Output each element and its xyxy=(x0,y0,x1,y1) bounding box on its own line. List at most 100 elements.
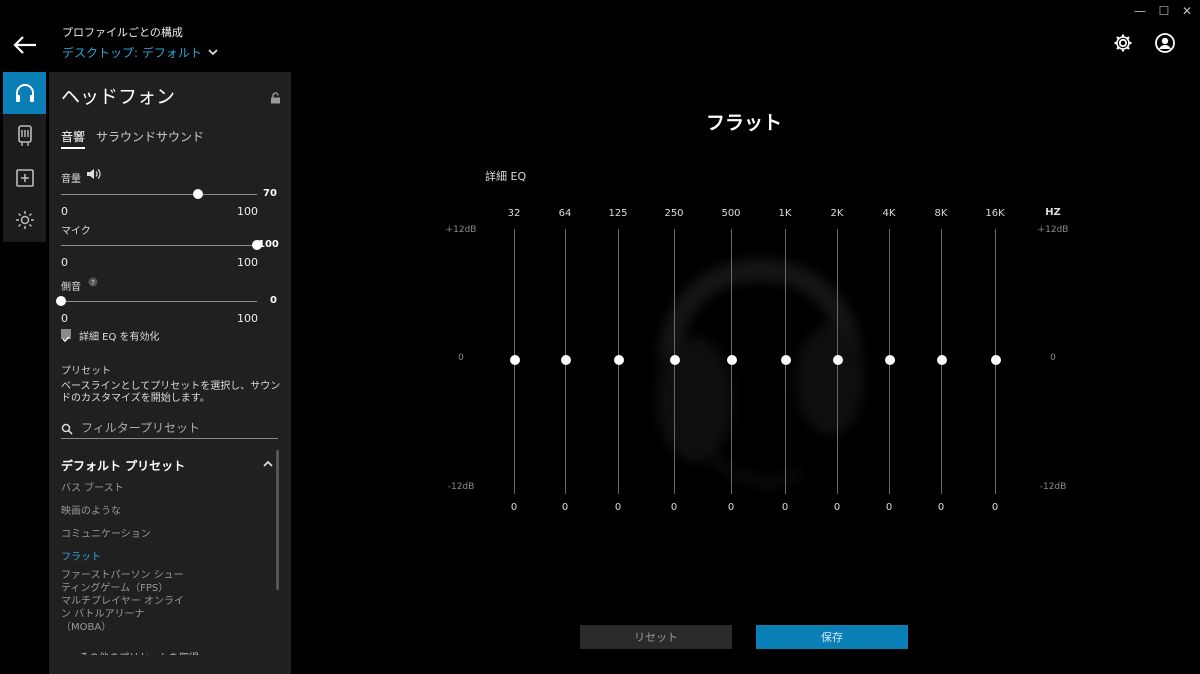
preset-heading: プリセット xyxy=(61,366,111,377)
eq-band-thumb[interactable] xyxy=(990,355,1001,365)
checkmark-icon xyxy=(62,336,70,342)
preset-description: ベースラインとしてプリセットを選択し、サウンドのカスタマイズを開始します。 xyxy=(61,381,281,404)
eq-band-value: 0 xyxy=(510,502,518,513)
minimize-button[interactable]: — xyxy=(1130,4,1150,18)
tab-surround-sound[interactable]: サラウンドサウンド xyxy=(96,128,204,145)
db-top-left: +12dB xyxy=(445,225,477,235)
eq-band-thumb[interactable] xyxy=(613,355,624,365)
svg-text:?: ? xyxy=(91,279,95,287)
eq-band-value: 0 xyxy=(781,502,789,513)
sidetone-slider-thumb[interactable] xyxy=(56,296,66,306)
advanced-eq-label: 詳細 EQ を有効化 xyxy=(79,332,160,343)
help-icon[interactable]: ? xyxy=(88,277,98,287)
device-rail xyxy=(3,72,46,242)
volume-value: 70 xyxy=(263,188,277,199)
eq-band-thumb[interactable] xyxy=(509,355,520,365)
db-top-right: +12dB xyxy=(1037,225,1069,235)
eq-band-value: 0 xyxy=(991,502,999,513)
preset-communication[interactable]: コミュニケーション xyxy=(61,528,191,541)
volume-label: 音量 xyxy=(61,174,81,185)
sidetone-label: 側音 xyxy=(61,282,81,293)
eq-frequency-label: 4K xyxy=(882,208,896,219)
chevron-up-icon[interactable] xyxy=(262,460,274,468)
maximize-button[interactable]: ☐ xyxy=(1154,4,1174,18)
sidetone-value: 0 xyxy=(270,295,277,306)
profile-dropdown[interactable]: デスクトップ: デフォルト xyxy=(62,44,218,61)
add-icon xyxy=(15,169,34,187)
eq-frequency-label: 32 xyxy=(507,208,521,219)
mic-slider-track[interactable] xyxy=(61,245,257,246)
rail-headphone[interactable] xyxy=(3,72,46,114)
mic-label: マイク xyxy=(61,226,91,237)
eq-band-value: 0 xyxy=(833,502,841,513)
eq-band-value: 0 xyxy=(727,502,735,513)
lighting-icon xyxy=(15,211,34,229)
eq-frequency-label: 500 xyxy=(721,208,741,219)
panel-scrollbar[interactable] xyxy=(276,450,279,590)
sidetone-max: 100 xyxy=(237,312,258,325)
preset-flat[interactable]: フラット xyxy=(61,551,191,564)
headphone-icon xyxy=(15,84,34,102)
sidetone-slider-track[interactable] xyxy=(61,301,257,302)
search-icon xyxy=(61,423,73,435)
unlock-icon[interactable] xyxy=(270,92,282,104)
filter-preset-field[interactable] xyxy=(61,420,278,439)
eq-band-value: 0 xyxy=(614,502,622,513)
rail-add[interactable] xyxy=(3,157,46,199)
preset-bass-boost[interactable]: バス ブースト xyxy=(61,482,191,495)
speaker-icon xyxy=(87,169,101,179)
advanced-eq-heading: 詳細 EQ xyxy=(485,170,527,183)
volume-slider-thumb[interactable] xyxy=(193,189,204,199)
volume-min: 0 xyxy=(61,205,68,218)
eq-band-thumb[interactable] xyxy=(780,355,791,365)
eq-band-value: 0 xyxy=(561,502,569,513)
eq-band-thumb[interactable] xyxy=(936,355,947,365)
filter-preset-input[interactable] xyxy=(81,420,276,436)
eq-band-thumb[interactable] xyxy=(726,355,737,365)
eq-band-value: 0 xyxy=(885,502,893,513)
close-button[interactable]: ✕ xyxy=(1177,4,1197,18)
eq-band-thumb[interactable] xyxy=(669,355,680,365)
volume-slider-track[interactable] xyxy=(61,194,257,195)
advanced-eq-checkbox[interactable] xyxy=(61,329,71,342)
preset-fps[interactable]: ファーストパーソン シューティングゲーム（FPS） xyxy=(61,569,186,595)
db-mid-right: 0 xyxy=(1050,353,1056,363)
eq-band-value: 0 xyxy=(670,502,678,513)
save-button[interactable]: 保存 xyxy=(756,625,908,649)
preset-cinematic[interactable]: 映画のような xyxy=(61,505,191,518)
eq-frequency-label: 1K xyxy=(778,208,792,219)
account-icon[interactable] xyxy=(1154,32,1176,54)
eq-band-value: 0 xyxy=(937,502,945,513)
eq-frequency-label: 2K xyxy=(830,208,844,219)
eq-band-thumb[interactable] xyxy=(884,355,895,365)
panel-title: ヘッドフォン xyxy=(61,86,176,108)
eq-frequency-label: 16K xyxy=(985,208,1005,219)
profile-config-title: プロファイルごとの構成 xyxy=(62,26,183,39)
rail-device[interactable] xyxy=(3,115,46,157)
preset-moba[interactable]: マルチプレイヤー オンライン バトルアリーナ（MOBA） xyxy=(61,595,186,634)
sidetone-min: 0 xyxy=(61,312,68,325)
db-mid-left: 0 xyxy=(458,353,464,363)
reset-button[interactable]: リセット xyxy=(580,625,732,649)
preset-title: フラット xyxy=(705,112,782,134)
get-more-presets-link[interactable]: その他のプリセットを取得 xyxy=(79,649,199,655)
rail-lighting[interactable] xyxy=(3,199,46,241)
eq-frequency-label: 8K xyxy=(934,208,948,219)
headset-illustration xyxy=(657,259,864,487)
eq-frequency-label: 64 xyxy=(558,208,572,219)
gear-icon[interactable] xyxy=(1112,32,1134,54)
hz-label: HZ xyxy=(1045,207,1061,218)
chevron-down-icon xyxy=(208,49,218,56)
profile-dropdown-value: デスクトップ: デフォルト xyxy=(62,46,202,60)
eq-frequency-label: 125 xyxy=(608,208,628,219)
db-bottom-right: -12dB xyxy=(1039,482,1067,492)
eq-frequency-label: 250 xyxy=(664,208,684,219)
mic-value: 100 xyxy=(258,239,279,250)
mic-min: 0 xyxy=(61,256,68,269)
eq-band-thumb[interactable] xyxy=(560,355,571,365)
device-icon xyxy=(17,125,32,146)
eq-band-thumb[interactable] xyxy=(832,355,843,365)
default-presets-heading: デフォルト プリセット xyxy=(61,459,186,473)
tab-audio[interactable]: 音響 xyxy=(61,128,86,149)
back-arrow-icon[interactable] xyxy=(12,34,38,56)
